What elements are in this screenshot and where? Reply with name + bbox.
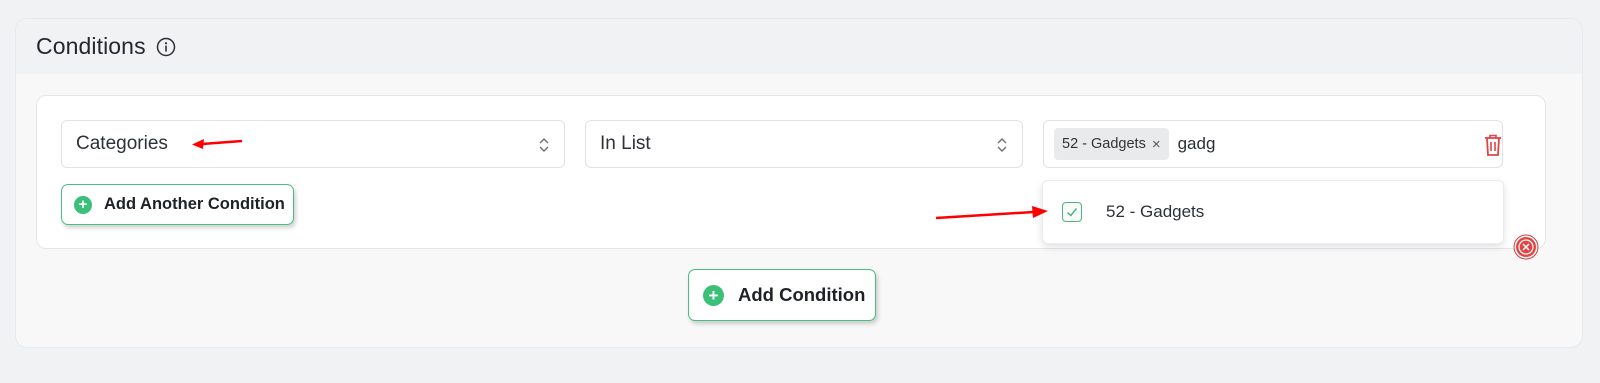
add-another-condition-label: Add Another Condition bbox=[104, 195, 285, 213]
options-dropdown: 52 - Gadgets bbox=[1042, 180, 1504, 244]
value-multiselect[interactable]: 52 - Gadgets × gadg bbox=[1043, 120, 1503, 168]
add-condition-button[interactable]: + Add Condition bbox=[688, 269, 876, 321]
field-select[interactable]: Categories bbox=[61, 120, 565, 168]
tag-remove-icon[interactable]: × bbox=[1152, 136, 1161, 153]
plus-circle-icon: + bbox=[74, 195, 92, 214]
chevron-updown-icon bbox=[997, 138, 1007, 152]
add-another-condition-button[interactable]: + Add Another Condition bbox=[61, 184, 294, 225]
close-circle-icon[interactable] bbox=[1513, 234, 1539, 260]
trash-icon[interactable] bbox=[1483, 133, 1503, 157]
operator-select[interactable]: In List bbox=[585, 120, 1023, 168]
checkbox-checked-icon[interactable] bbox=[1062, 202, 1082, 222]
selected-tag-label: 52 - Gadgets bbox=[1062, 136, 1146, 152]
selected-tag: 52 - Gadgets × bbox=[1054, 128, 1169, 160]
value-search-input[interactable]: gadg bbox=[1178, 134, 1216, 154]
info-icon[interactable] bbox=[156, 37, 176, 57]
chevron-updown-icon bbox=[539, 138, 549, 152]
add-condition-label: Add Condition bbox=[738, 284, 866, 305]
plus-circle-icon: + bbox=[703, 284, 724, 306]
panel-title: Conditions bbox=[36, 33, 146, 59]
operator-select-value: In List bbox=[600, 133, 651, 154]
panel-header: Conditions bbox=[16, 19, 1582, 74]
field-select-value: Categories bbox=[76, 133, 168, 154]
dropdown-option-label[interactable]: 52 - Gadgets bbox=[1106, 202, 1204, 222]
